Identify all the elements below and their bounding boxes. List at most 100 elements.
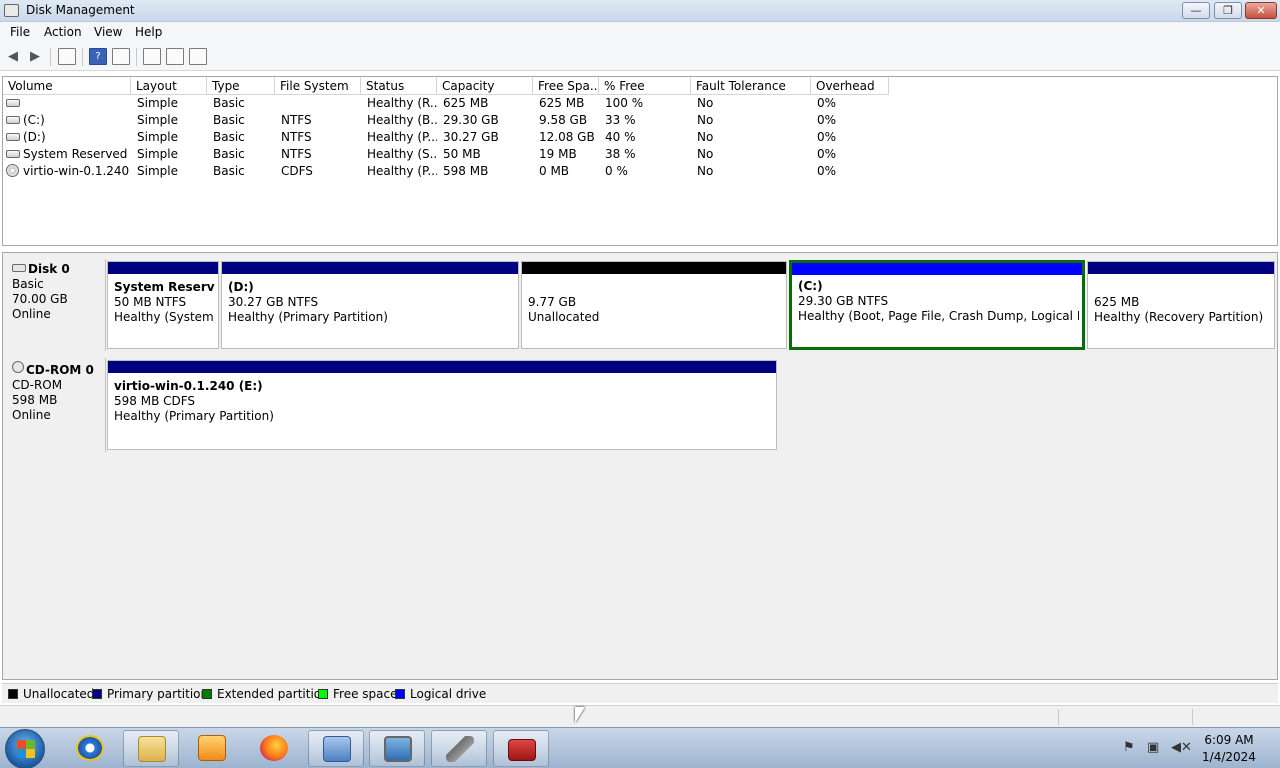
disk-icon — [12, 264, 26, 272]
volume-row[interactable]: Simple Basic Healthy (R... 625 MB 625 MB… — [3, 95, 1277, 112]
partition-bar — [108, 361, 776, 373]
legend-free-space: Free space — [333, 687, 398, 701]
legend: Unallocated Primary partition Extended p… — [2, 683, 1278, 703]
start-button[interactable] — [5, 729, 45, 768]
menu-file[interactable]: File — [10, 25, 30, 39]
volume-layout: Simple — [137, 147, 178, 161]
taskbar: ⚑ ▣ ◀✕ 6:09 AM 1/4/2024 — [0, 727, 1280, 768]
partition-bar — [792, 263, 1082, 275]
volume-capacity: 29.30 GB — [443, 113, 499, 127]
title-bar: Disk Management — ❐ ✕ — [0, 0, 1280, 22]
column-percent-free[interactable]: % Free — [599, 77, 691, 95]
volume-fault-tolerance: No — [697, 147, 714, 161]
cdrom-0-label[interactable]: CD-ROM 0 CD-ROM 598 MB Online — [4, 358, 106, 452]
forward-icon[interactable]: ▶ — [26, 48, 44, 65]
volume-row[interactable]: (C:) Simple Basic NTFS Healthy (B... 29.… — [3, 112, 1277, 129]
volume-row[interactable]: System Reserved Simple Basic NTFS Health… — [3, 146, 1277, 163]
volume-muted-icon[interactable]: ◀✕ — [1171, 740, 1192, 755]
toolbar: ◀ ▶ ? — [0, 43, 1280, 71]
legend-logical: Logical drive — [410, 687, 487, 701]
volume-pct-free: 40 % — [605, 130, 636, 144]
back-icon[interactable]: ◀ — [4, 48, 22, 65]
partition-status: Healthy (Primary Partition) — [228, 310, 388, 324]
minimize-button[interactable]: — — [1182, 2, 1210, 19]
column-fault-tolerance[interactable]: Fault Tolerance — [691, 77, 811, 95]
partition-size: 9.77 GB — [528, 295, 577, 309]
media-player-icon — [198, 735, 226, 761]
menu-action[interactable]: Action — [44, 25, 82, 39]
taskbar-firefox[interactable] — [246, 730, 302, 767]
disk-volume-icon — [6, 133, 20, 141]
volume-status: Healthy (P... — [367, 164, 437, 178]
volume-type: Basic — [213, 96, 245, 110]
volume-free: 19 MB — [539, 147, 577, 161]
menu-help[interactable]: Help — [135, 25, 162, 39]
partition-e[interactable]: virtio-win-0.1.240 (E:) 598 MB CDFS Heal… — [107, 360, 777, 450]
column-capacity[interactable]: Capacity — [437, 77, 533, 95]
partition-title: virtio-win-0.1.240 (E:) — [114, 379, 263, 393]
disk-0-size: 70.00 GB — [12, 292, 68, 306]
action-center-flag-icon[interactable]: ⚑ — [1123, 740, 1135, 755]
disk-volume-icon — [6, 150, 20, 158]
volume-list[interactable]: Volume Layout Type File System Status Ca… — [2, 76, 1278, 246]
disk-0-label[interactable]: Disk 0 Basic 70.00 GB Online — [4, 259, 106, 351]
taskbar-explorer[interactable] — [123, 730, 179, 767]
partition-status: Healthy (Boot, Page File, Crash Dump, Lo… — [798, 309, 1079, 323]
partition-unallocated[interactable]: 9.77 GB Unallocated — [521, 261, 787, 349]
clock-date: 1/4/2024 — [1202, 750, 1256, 764]
column-free-space[interactable]: Free Spa... — [533, 77, 599, 95]
taskbar-server-manager[interactable] — [308, 730, 364, 767]
partition-bar — [522, 262, 786, 274]
help-icon[interactable]: ? — [89, 48, 107, 65]
volume-free: 625 MB — [539, 96, 585, 110]
maximize-button[interactable]: ❐ — [1214, 2, 1242, 19]
firefox-icon — [260, 735, 288, 761]
volume-overhead: 0% — [817, 147, 837, 161]
disk-graphical-view[interactable]: Disk 0 Basic 70.00 GB Online System Rese… — [2, 252, 1278, 680]
taskbar-media-player[interactable] — [184, 730, 240, 767]
partition-size: 50 MB NTFS — [114, 295, 187, 309]
column-status[interactable]: Status — [361, 77, 437, 95]
volume-capacity: 625 MB — [443, 96, 489, 110]
partition-c[interactable]: (C:) 29.30 GB NTFS Healthy (Boot, Page F… — [789, 260, 1085, 350]
column-layout[interactable]: Layout — [131, 77, 207, 95]
toolbar-separator — [50, 48, 51, 66]
disk-0-state: Online — [12, 307, 51, 321]
volume-row[interactable]: (D:) Simple Basic NTFS Healthy (P... 30.… — [3, 129, 1277, 146]
menu-view[interactable]: View — [94, 25, 122, 39]
network-icon[interactable]: ▣ — [1147, 740, 1159, 755]
partition-system-reserved[interactable]: System Reserved 50 MB NTFS Healthy (Syst… — [107, 261, 219, 349]
taskbar-toolbox[interactable] — [493, 730, 549, 767]
show-hide-console-tree-icon[interactable] — [58, 48, 76, 65]
volume-free: 9.58 GB — [539, 113, 588, 127]
volume-row[interactable]: virtio-win-0.1.240 ... Simple Basic CDFS… — [3, 163, 1277, 180]
partition-d[interactable]: (D:) 30.27 GB NTFS Healthy (Primary Part… — [221, 261, 519, 349]
properties-icon[interactable] — [166, 48, 184, 65]
folder-icon — [138, 736, 166, 762]
taskbar-internet-explorer[interactable] — [62, 730, 118, 767]
volume-overhead: 0% — [817, 96, 837, 110]
column-volume[interactable]: Volume — [3, 77, 131, 95]
taskbar-disk-management[interactable] — [369, 730, 425, 767]
status-divider — [1192, 709, 1193, 725]
cdrom-0-state: Online — [12, 408, 51, 422]
taskbar-tool[interactable] — [431, 730, 487, 767]
volume-type: Basic — [213, 130, 245, 144]
partition-recovery[interactable]: 625 MB Healthy (Recovery Partition) — [1087, 261, 1275, 349]
column-overhead[interactable]: Overhead — [811, 77, 889, 95]
volume-type: Basic — [213, 147, 245, 161]
volume-overhead: 0% — [817, 130, 837, 144]
partition-size: 29.30 GB NTFS — [798, 294, 889, 308]
volume-type: Basic — [213, 164, 245, 178]
taskbar-clock[interactable]: 6:09 AM 1/4/2024 — [1196, 732, 1262, 766]
close-button[interactable]: ✕ — [1245, 2, 1277, 19]
column-file-system[interactable]: File System — [275, 77, 361, 95]
clock-time: 6:09 AM — [1204, 733, 1254, 747]
rescan-disks-icon[interactable] — [189, 48, 207, 65]
volume-layout: Simple — [137, 113, 178, 127]
column-type[interactable]: Type — [207, 77, 275, 95]
legend-primary: Primary partition — [107, 687, 209, 701]
volume-pct-free: 100 % — [605, 96, 644, 110]
properties-pane-icon[interactable] — [112, 48, 130, 65]
refresh-icon[interactable] — [143, 48, 161, 65]
